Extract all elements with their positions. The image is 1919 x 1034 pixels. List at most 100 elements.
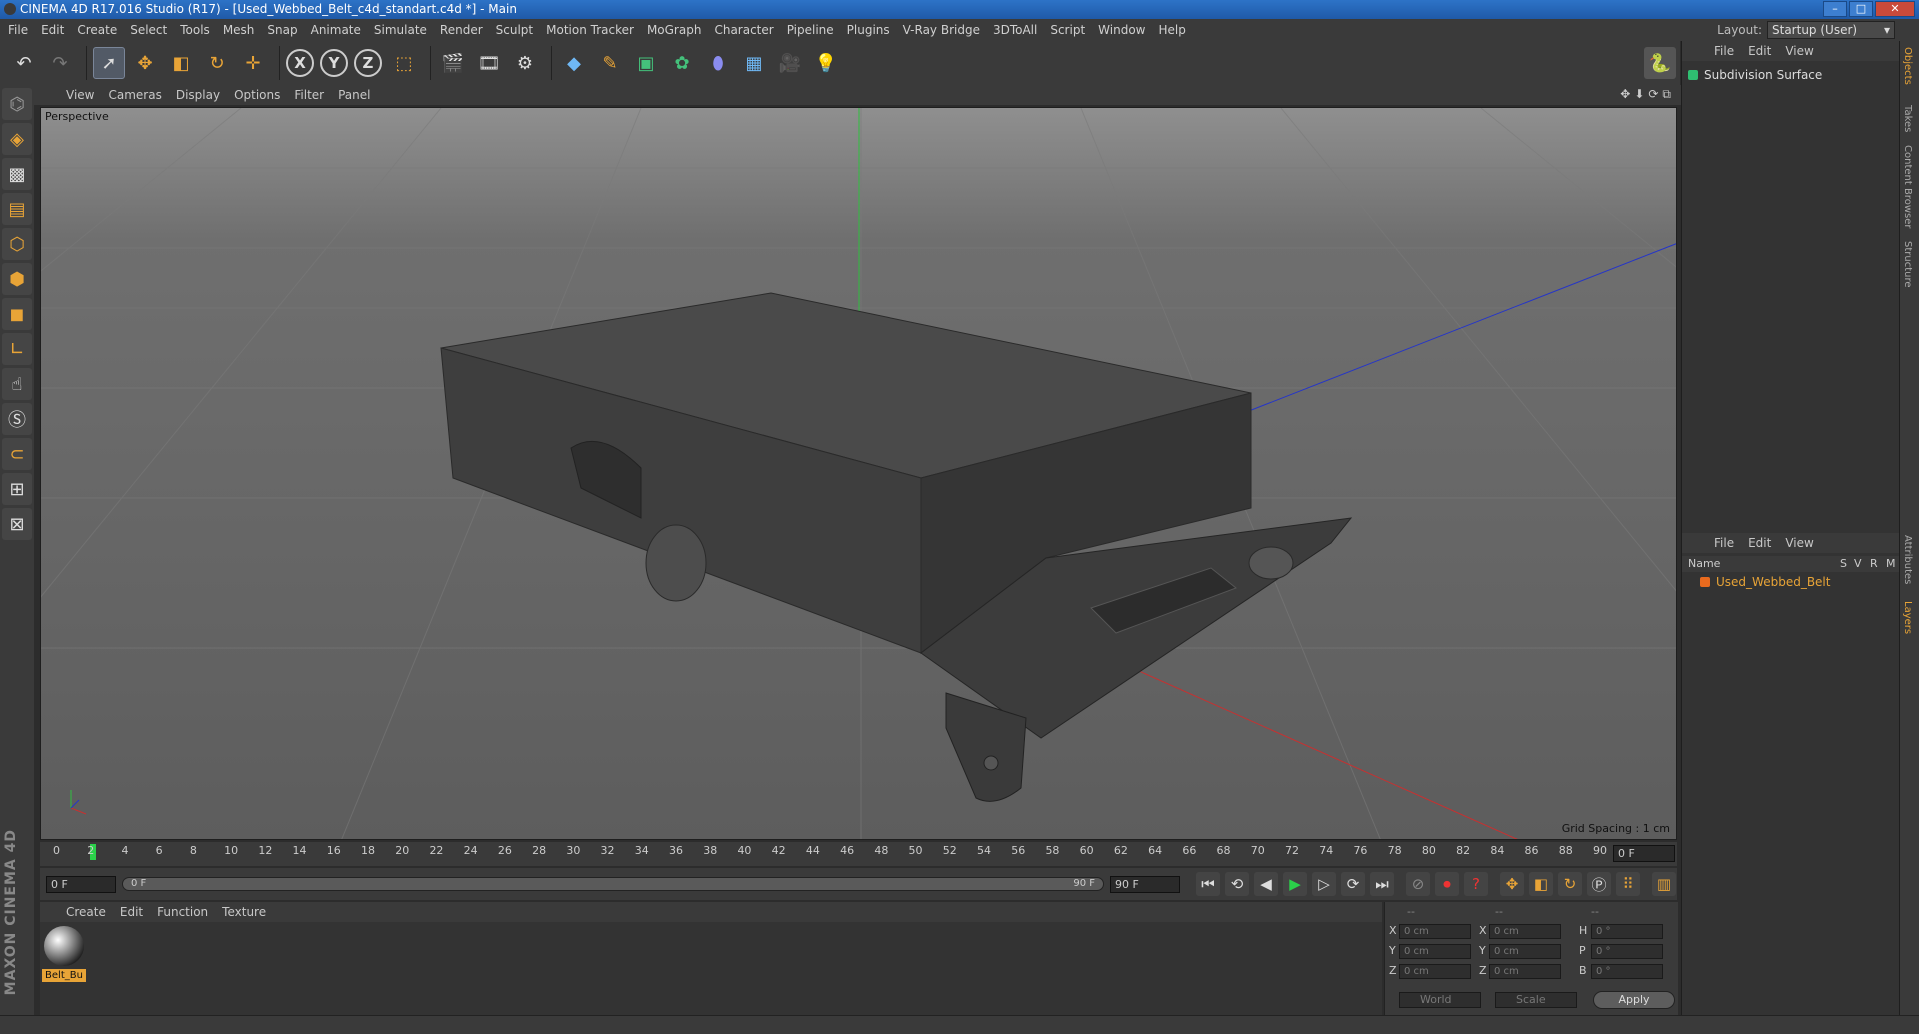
position-key-icon[interactable]: ✥: [1500, 872, 1524, 896]
render-picture-viewer-icon[interactable]: 🎞: [473, 47, 505, 79]
record-keys-icon[interactable]: ⊘: [1406, 872, 1430, 896]
coordinate-mode-dropdown[interactable]: World: [1399, 992, 1481, 1008]
tab-objects[interactable]: Objects: [1902, 47, 1913, 85]
magnet-icon[interactable]: ⊂: [2, 438, 32, 470]
material-menu-texture[interactable]: Texture: [222, 905, 266, 919]
subdivision-surface-icon[interactable]: ▣: [630, 47, 662, 79]
material-swatch[interactable]: Belt_Bu: [42, 926, 86, 984]
viewport-menu-panel[interactable]: Panel: [338, 88, 370, 102]
polygons-mode-icon[interactable]: ◼: [2, 298, 32, 330]
tab-attributes[interactable]: Attributes: [1902, 535, 1913, 584]
object-menu-edit[interactable]: Edit: [1748, 44, 1771, 58]
pen-spline-icon[interactable]: ✎: [594, 47, 626, 79]
select-cursor-icon[interactable]: ➚: [93, 47, 125, 79]
object-row-subdivision-surface[interactable]: Subdivision Surface: [1688, 68, 1822, 82]
texture-mode-icon[interactable]: ▩: [2, 158, 32, 190]
previous-frame-icon[interactable]: ◀: [1254, 872, 1278, 896]
rotation-p-field[interactable]: 0 °: [1591, 944, 1663, 959]
apply-button[interactable]: Apply: [1593, 991, 1675, 1009]
menu-help[interactable]: Help: [1158, 23, 1185, 37]
scale-icon[interactable]: ◧: [165, 47, 197, 79]
menu-window[interactable]: Window: [1098, 23, 1145, 37]
y-axis-lock-button[interactable]: Y: [320, 49, 348, 77]
menu-script[interactable]: Script: [1050, 23, 1085, 37]
deformer-icon[interactable]: ⬮: [702, 47, 734, 79]
menu-motion-tracker[interactable]: Motion Tracker: [546, 23, 634, 37]
menu-file[interactable]: File: [8, 23, 28, 37]
workplane-mode-icon[interactable]: ▤: [2, 193, 32, 225]
object-menu-view[interactable]: View: [1785, 44, 1813, 58]
render-view-icon[interactable]: 🎬: [437, 47, 469, 79]
material-menu-create[interactable]: Create: [66, 905, 106, 919]
live-selection-icon[interactable]: ✛: [237, 47, 269, 79]
size-x-field[interactable]: 0 cm: [1489, 924, 1561, 939]
menu-snap[interactable]: Snap: [267, 23, 297, 37]
model-mode-icon[interactable]: ◈: [2, 123, 32, 155]
axis-mode-icon[interactable]: ∟: [2, 333, 32, 365]
menu-character[interactable]: Character: [714, 23, 773, 37]
coordinate-system-icon[interactable]: ⬚: [388, 47, 420, 79]
floor-icon[interactable]: ▦: [738, 47, 770, 79]
close-button[interactable]: ✕: [1875, 1, 1915, 17]
play-icon[interactable]: ▶: [1283, 872, 1307, 896]
material-menu-function[interactable]: Function: [157, 905, 208, 919]
size-y-field[interactable]: 0 cm: [1489, 944, 1561, 959]
redo-icon[interactable]: ↷: [44, 47, 76, 79]
menu-render[interactable]: Render: [440, 23, 483, 37]
menu-animate[interactable]: Animate: [311, 23, 361, 37]
layer-row[interactable]: Used_Webbed_Belt: [1700, 575, 1830, 589]
rotation-b-field[interactable]: 0 °: [1591, 964, 1663, 979]
current-frame-field[interactable]: 0 F: [1613, 845, 1675, 862]
object-menu-file[interactable]: File: [1714, 44, 1734, 58]
layer-menu-edit[interactable]: Edit: [1748, 536, 1771, 550]
timeline-ruler[interactable]: 0 2 4 6 8 10 12 14 16 18 20 22 24 26 28 30 32 34 36 38 40 42 4…: [40, 842, 1677, 866]
preview-range-slider[interactable]: 0 F 90 F: [122, 877, 1104, 891]
menu-plugins[interactable]: Plugins: [847, 23, 890, 37]
scale-key-icon[interactable]: ◧: [1529, 872, 1553, 896]
position-y-field[interactable]: 0 cm: [1399, 944, 1471, 959]
layout-dropdown[interactable]: Startup (User): [1767, 21, 1895, 39]
menu-edit[interactable]: Edit: [41, 23, 64, 37]
tab-layers[interactable]: Layers: [1902, 601, 1913, 634]
perspective-viewport[interactable]: Perspective Grid Spacing : 1 cm: [40, 107, 1677, 840]
solo-icon[interactable]: ⊠: [2, 508, 32, 540]
menu-sculpt[interactable]: Sculpt: [496, 23, 533, 37]
edges-mode-icon[interactable]: ⬢: [2, 263, 32, 295]
viewport-menu-filter[interactable]: Filter: [294, 88, 324, 102]
keyframe-selection-icon[interactable]: ?: [1464, 872, 1488, 896]
snap-icon[interactable]: Ⓢ: [2, 403, 32, 435]
menu-3dtoall[interactable]: 3DToAll: [993, 23, 1037, 37]
camera-icon[interactable]: 🎥: [774, 47, 806, 79]
tab-content-browser[interactable]: Content Browser: [1902, 145, 1913, 228]
undo-icon[interactable]: ↶: [8, 47, 40, 79]
z-axis-lock-button[interactable]: Z: [354, 49, 382, 77]
cloner-icon[interactable]: ✿: [666, 47, 698, 79]
material-menu-edit[interactable]: Edit: [120, 905, 143, 919]
position-x-field[interactable]: 0 cm: [1399, 924, 1471, 939]
menu-mesh[interactable]: Mesh: [223, 23, 255, 37]
render-settings-icon[interactable]: ⚙: [509, 47, 541, 79]
layer-menu-file[interactable]: File: [1714, 536, 1734, 550]
autokey-icon[interactable]: ⏺: [1435, 872, 1459, 896]
size-z-field[interactable]: 0 cm: [1489, 964, 1561, 979]
move-icon[interactable]: ✥: [129, 47, 161, 79]
menu-vray-bridge[interactable]: V-Ray Bridge: [903, 23, 980, 37]
parameter-key-icon[interactable]: Ⓟ: [1587, 872, 1611, 896]
menu-tools[interactable]: Tools: [180, 23, 210, 37]
points-mode-icon[interactable]: ⬡: [2, 228, 32, 260]
maximize-button[interactable]: □: [1849, 1, 1873, 17]
viewport-menu-view[interactable]: View: [66, 88, 94, 102]
tab-structure[interactable]: Structure: [1902, 241, 1913, 288]
x-axis-lock-button[interactable]: X: [286, 49, 314, 77]
start-frame-field[interactable]: 0 F: [46, 875, 116, 893]
position-z-field[interactable]: 0 cm: [1399, 964, 1471, 979]
previous-key-icon[interactable]: ⟲: [1225, 872, 1249, 896]
menu-mograph[interactable]: MoGraph: [647, 23, 702, 37]
next-frame-icon[interactable]: ▷: [1312, 872, 1336, 896]
tab-takes[interactable]: Takes: [1902, 105, 1913, 132]
workplane-lock-icon[interactable]: ⊞: [2, 473, 32, 505]
menu-select[interactable]: Select: [130, 23, 167, 37]
rotate-icon[interactable]: ↻: [201, 47, 233, 79]
point-level-animation-icon[interactable]: ⠿: [1616, 872, 1640, 896]
python-icon[interactable]: 🐍: [1644, 47, 1676, 79]
